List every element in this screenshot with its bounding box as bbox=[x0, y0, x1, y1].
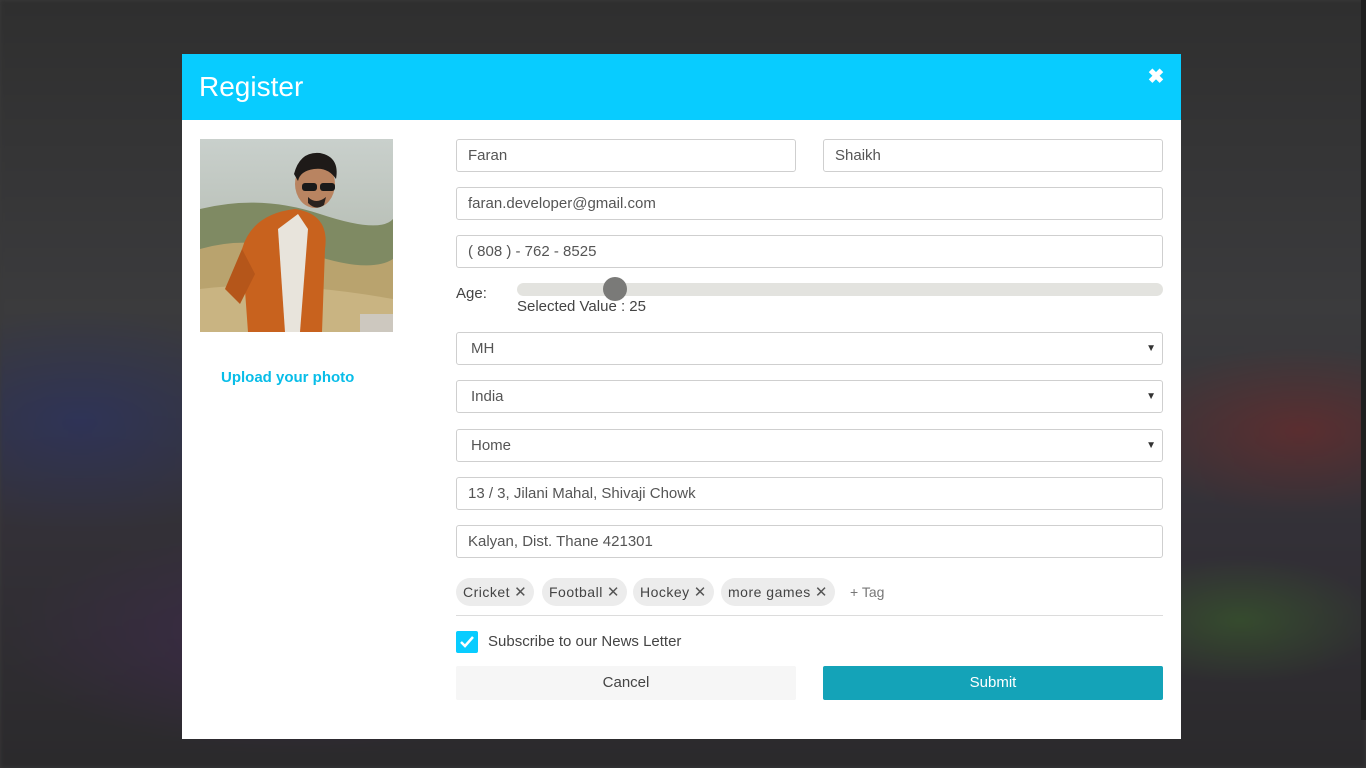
phone-input[interactable] bbox=[456, 235, 1163, 268]
tag-chip: more games ✕ bbox=[721, 578, 835, 606]
remove-tag-icon[interactable]: ✕ bbox=[815, 584, 828, 601]
country-select[interactable]: India ▼ bbox=[456, 380, 1163, 413]
checkmark-icon bbox=[460, 636, 474, 648]
upload-photo-link[interactable]: Upload your photo bbox=[221, 369, 354, 386]
newsletter-checkbox[interactable] bbox=[456, 631, 478, 653]
age-label: Age: bbox=[456, 285, 487, 302]
remove-tag-icon[interactable]: ✕ bbox=[694, 584, 707, 601]
submit-button[interactable]: Submit bbox=[823, 666, 1163, 700]
chevron-down-icon: ▼ bbox=[1146, 440, 1156, 451]
modal-title: Register bbox=[199, 71, 304, 102]
tag-label: Cricket bbox=[463, 584, 511, 600]
address-type-select-value: Home bbox=[471, 437, 512, 454]
tags-input[interactable]: Cricket ✕ Football ✕ Hockey ✕ more games ✕ +… bbox=[456, 578, 1163, 616]
modal-header: Register ✖ bbox=[182, 54, 1181, 120]
tag-label: Football bbox=[549, 584, 603, 600]
chevron-down-icon: ▼ bbox=[1146, 343, 1156, 354]
add-tag-button[interactable]: + Tag bbox=[850, 578, 884, 606]
remove-tag-icon[interactable]: ✕ bbox=[607, 584, 620, 601]
register-modal: Register ✖ Upload your photo Faran Shaik… bbox=[182, 54, 1181, 739]
first-name-input[interactable] bbox=[456, 139, 796, 172]
state-select[interactable]: MH ▼ bbox=[456, 332, 1163, 365]
profile-photo bbox=[200, 139, 393, 332]
tag-chip: Cricket ✕ bbox=[456, 578, 535, 606]
close-icon[interactable]: ✖ bbox=[1145, 66, 1167, 88]
tag-chip: Hockey ✕ bbox=[633, 578, 714, 606]
address-line2-input[interactable] bbox=[456, 525, 1163, 558]
last-name-input[interactable] bbox=[823, 139, 1163, 172]
address-line1-input[interactable] bbox=[456, 477, 1163, 510]
email-input[interactable] bbox=[456, 187, 1163, 220]
tag-label: more games bbox=[728, 584, 811, 600]
chevron-down-icon: ▼ bbox=[1146, 391, 1156, 402]
window-scrollbar[interactable] bbox=[1361, 0, 1366, 720]
address-type-select[interactable]: Home ▼ bbox=[456, 429, 1163, 462]
tag-label: Hockey bbox=[640, 584, 690, 600]
state-select-value: MH bbox=[471, 340, 495, 357]
cancel-button[interactable]: Cancel bbox=[456, 666, 796, 700]
tag-chip: Football ✕ bbox=[542, 578, 627, 606]
remove-tag-icon[interactable]: ✕ bbox=[514, 584, 527, 601]
country-select-value: India bbox=[471, 388, 504, 405]
newsletter-label: Subscribe to our News Letter bbox=[488, 633, 682, 650]
age-selected-value: Selected Value : 25 bbox=[517, 298, 646, 315]
